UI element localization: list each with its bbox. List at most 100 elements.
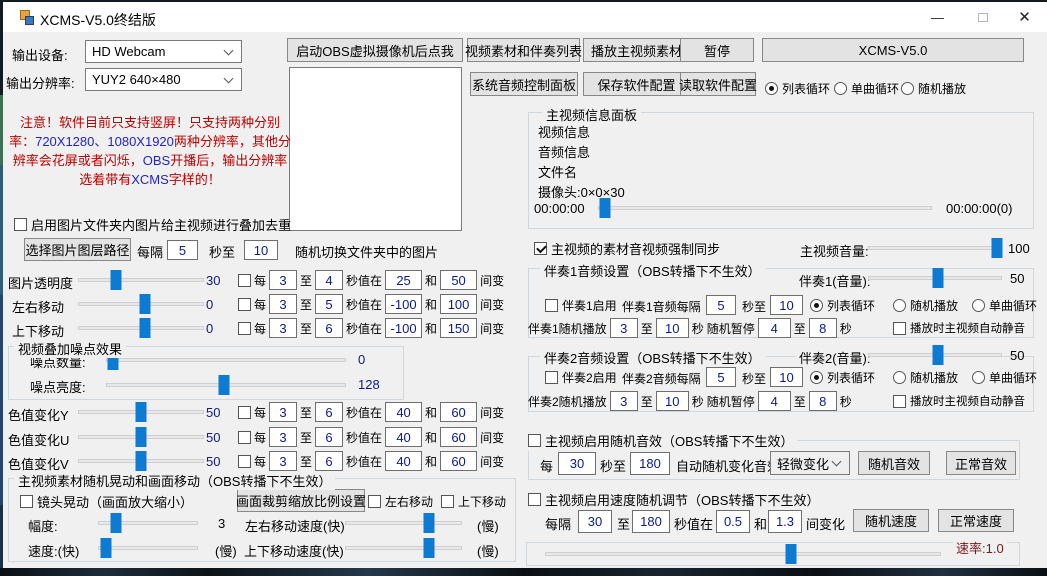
lens-shake-checkbox[interactable]: 镜头晃动（画面放大缩小） <box>20 490 193 512</box>
random-speed-button[interactable]: 随机速度 <box>853 509 929 532</box>
acc1-volume-slider[interactable] <box>868 268 1002 288</box>
to-input[interactable]: 6 <box>315 451 343 471</box>
checkbox-icon[interactable] <box>368 495 381 508</box>
max-input[interactable]: 60 <box>440 427 477 447</box>
checkbox-icon[interactable] <box>14 218 27 231</box>
timeline-slider[interactable] <box>598 198 932 218</box>
slider-thumb[interactable] <box>599 198 610 218</box>
acc2-mute-checkbox[interactable]: 播放时主视频自动静音 <box>893 390 1025 412</box>
checkbox-icon[interactable] <box>238 431 251 444</box>
acc2-mode-shuffle[interactable]: 随机播放 <box>893 366 958 388</box>
noise-brightness-slider[interactable] <box>106 375 346 395</box>
radio-icon[interactable] <box>810 299 823 312</box>
radio-icon[interactable] <box>893 371 906 384</box>
slider-thumb[interactable] <box>932 268 943 288</box>
slider-track[interactable] <box>345 546 462 550</box>
crop-scale-button[interactable]: 画面裁剪缩放比例设置 <box>237 489 365 512</box>
max-input[interactable]: 50 <box>440 270 477 290</box>
acc2-mode-list-loop[interactable]: 列表循环 <box>810 366 875 388</box>
acc2-rand-from-input[interactable]: 3 <box>610 391 638 411</box>
sfx-to-input[interactable]: 180 <box>630 452 670 475</box>
material-list-button[interactable]: 视频素材和伴奏列表 <box>467 38 580 62</box>
checkbox-icon[interactable] <box>893 395 906 408</box>
slider-track[interactable] <box>868 246 1002 250</box>
slider-thumb[interactable] <box>218 375 229 395</box>
obs-virtual-cam-button[interactable]: 启动OBS虚拟摄像机后点我 <box>287 38 463 62</box>
sync-checkbox[interactable]: 主视频的素材音视频强制同步 <box>534 237 720 259</box>
minimize-button[interactable]: — <box>915 2 960 32</box>
material-listbox[interactable] <box>289 67 462 231</box>
speed-slider[interactable] <box>545 544 941 564</box>
sfx-from-input[interactable]: 30 <box>558 452 596 475</box>
acc1-pause-to-input[interactable]: 8 <box>809 318 837 338</box>
lr-move-checkbox[interactable]: 左右移动 <box>368 490 433 512</box>
opacity-slider[interactable] <box>78 270 204 290</box>
random-sfx-button[interactable]: 随机音效 <box>858 451 930 475</box>
checkbox-icon[interactable] <box>238 274 251 287</box>
from-input[interactable]: 3 <box>269 318 297 338</box>
to-input[interactable]: 6 <box>315 318 343 338</box>
slider-thumb[interactable] <box>139 294 150 314</box>
slider-thumb[interactable] <box>110 270 121 290</box>
shake-speed-slider[interactable] <box>98 538 198 558</box>
acc1-from-input[interactable]: 5 <box>706 295 736 315</box>
sys-audio-button[interactable]: 系统音频控制面板 <box>470 72 578 96</box>
slider-thumb[interactable] <box>136 451 147 471</box>
acc1-mode-list-loop[interactable]: 列表循环 <box>810 294 875 316</box>
to-input[interactable]: 4 <box>315 270 343 290</box>
acc1-enable-checkbox[interactable]: 伴奏1启用 <box>545 294 617 316</box>
slider-thumb[interactable] <box>139 318 150 338</box>
slider-thumb[interactable] <box>785 544 796 564</box>
acc2-from-input[interactable]: 5 <box>706 367 736 387</box>
checkbox-icon[interactable] <box>238 455 251 468</box>
radio-icon[interactable] <box>765 82 778 95</box>
from-input[interactable]: 3 <box>269 402 297 422</box>
ud-move-slider[interactable] <box>78 318 204 338</box>
output-resolution-combo[interactable]: YUY2 640×480 <box>85 68 242 91</box>
maximize-button[interactable] <box>960 2 1005 32</box>
sfx-combo[interactable]: 轻微变化 <box>770 451 850 475</box>
checkbox-icon[interactable] <box>238 298 251 311</box>
checkbox-icon[interactable] <box>545 371 558 384</box>
slider-track[interactable] <box>545 552 941 556</box>
acc2-pause-to-input[interactable]: 8 <box>809 391 837 411</box>
choose-image-path-button[interactable]: 选择图片图层路径 <box>24 238 131 261</box>
acc1-rand-from-input[interactable]: 3 <box>610 318 638 338</box>
radio-icon[interactable] <box>901 82 914 95</box>
checkbox-icon[interactable] <box>534 242 547 255</box>
radio-icon[interactable] <box>810 371 823 384</box>
from-input[interactable]: 3 <box>269 294 297 314</box>
min-input[interactable]: -100 <box>385 294 422 314</box>
slider-track[interactable] <box>98 546 198 550</box>
normal-speed-button[interactable]: 正常速度 <box>938 509 1014 532</box>
close-button[interactable]: ✕ <box>1002 2 1047 32</box>
main-volume-slider[interactable] <box>868 238 1002 258</box>
min-input[interactable]: 40 <box>385 427 422 447</box>
slider-thumb[interactable] <box>932 345 943 365</box>
dedupe-checkbox[interactable]: 启用图片文件夹内图片给主视频进行叠加去重 <box>14 213 291 235</box>
checkbox-icon[interactable] <box>528 434 541 447</box>
slider-track[interactable] <box>345 521 462 525</box>
from-input[interactable]: 3 <box>269 427 297 447</box>
checkbox-icon[interactable] <box>20 495 33 508</box>
radio-icon[interactable] <box>834 82 847 95</box>
speed-to-input[interactable]: 180 <box>632 510 670 533</box>
play-mode-single-loop[interactable]: 单曲循环 <box>834 77 899 99</box>
yuv-v-slider[interactable] <box>78 451 204 471</box>
normal-sfx-button[interactable]: 正常音效 <box>946 451 1016 475</box>
speed-max-input[interactable]: 1.3 <box>768 510 802 533</box>
acc1-mode-shuffle[interactable]: 随机播放 <box>893 294 958 316</box>
output-device-combo[interactable]: HD Webcam <box>85 40 242 63</box>
acc1-mode-single-loop[interactable]: 单曲循环 <box>972 294 1037 316</box>
radio-icon[interactable] <box>893 299 906 312</box>
slider-thumb[interactable] <box>136 427 147 447</box>
slider-thumb[interactable] <box>424 513 435 533</box>
play-mode-list-loop[interactable]: 列表循环 <box>765 77 830 99</box>
noise-count-slider[interactable] <box>106 350 346 370</box>
acc2-mode-single-loop[interactable]: 单曲循环 <box>972 366 1037 388</box>
pause-button[interactable]: 暂停 <box>680 38 754 62</box>
load-config-button[interactable]: 读取软件配置 <box>680 72 756 96</box>
acc1-to-input[interactable]: 10 <box>770 295 803 315</box>
slider-thumb[interactable] <box>424 538 435 558</box>
slider-thumb[interactable] <box>101 538 112 558</box>
